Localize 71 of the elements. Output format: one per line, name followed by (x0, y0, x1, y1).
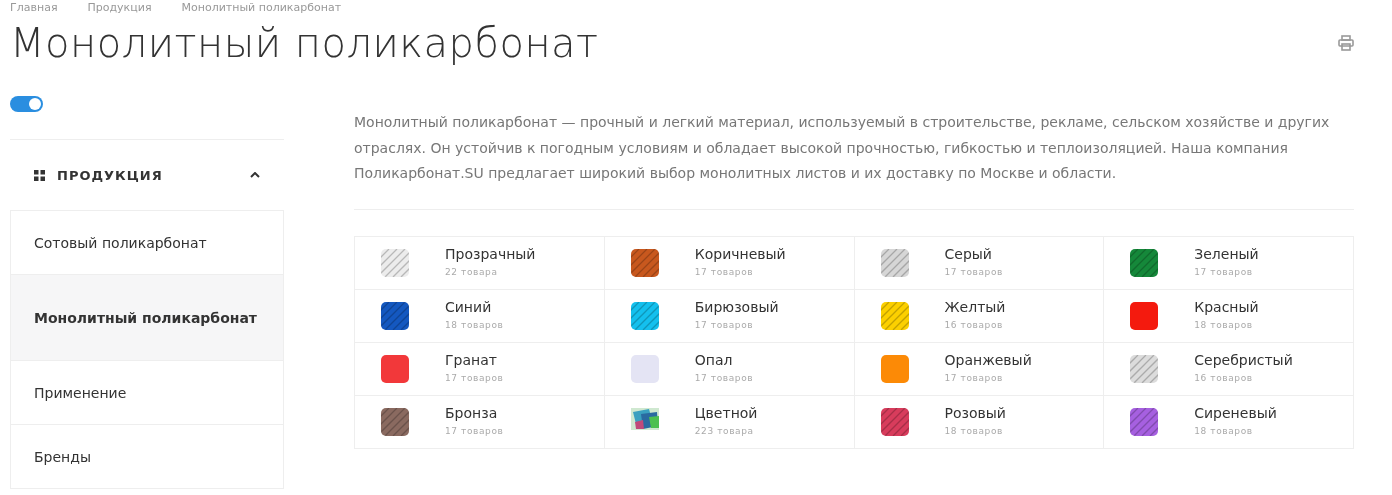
color-swatch (880, 407, 909, 436)
category-name: Розовый (944, 403, 1006, 422)
page-title: Монолитный поликарбонат (10, 20, 599, 66)
color-category[interactable]: Опал 17 товаров (604, 342, 855, 396)
color-swatch (630, 248, 659, 277)
color-category[interactable]: Прозрачный 22 товара (355, 236, 605, 290)
product-count: 17 товаров (445, 425, 504, 436)
product-count: 17 товаров (694, 372, 754, 383)
category-name: Бирюзовый (694, 297, 779, 316)
category-name: Гранат (445, 350, 498, 369)
product-count: 22 товара (445, 266, 499, 277)
color-swatch (630, 301, 659, 330)
category-name: Серебристый (1194, 350, 1293, 369)
product-count: 17 товаров (694, 266, 755, 277)
product-count: 18 товаров (1194, 319, 1254, 330)
color-swatch (880, 248, 909, 277)
print-icon[interactable] (1338, 35, 1354, 51)
category-name: Прозрачный (445, 244, 536, 263)
color-category[interactable]: Сиреневый 18 товаров (1104, 395, 1354, 449)
product-count: 18 товаров (1194, 425, 1254, 436)
color-swatch (630, 354, 659, 383)
sidebar-item[interactable]: Монолитный поликарбонат (11, 275, 283, 361)
product-count: 223 товара (694, 425, 755, 436)
toggle-switch[interactable] (10, 96, 43, 112)
category-name: Коричневый (694, 244, 786, 263)
color-category[interactable]: Желтый 16 товаров (854, 289, 1105, 343)
grid-icon (34, 169, 45, 181)
color-category[interactable]: Синий 18 товаров (355, 289, 605, 343)
color-category[interactable]: Красный 18 товаров (1104, 289, 1354, 343)
product-count: 17 товаров (944, 372, 1004, 383)
sidebar-heading: ПРОДУКЦИЯ (57, 167, 164, 183)
product-count: 18 товаров (944, 425, 1004, 436)
color-category[interactable]: Бронза 17 товаров (355, 395, 605, 449)
product-count: 16 товаров (1194, 372, 1254, 383)
category-name: Серый (944, 244, 993, 263)
category-name: Синий (445, 297, 493, 316)
color-swatch (880, 354, 909, 383)
color-swatch (381, 407, 409, 436)
product-count: 17 товаров (445, 372, 504, 383)
color-swatch (1130, 354, 1159, 383)
color-swatch (1130, 248, 1159, 277)
product-count: 18 товаров (445, 319, 504, 330)
color-category[interactable]: Серый 17 товаров (854, 236, 1105, 290)
category-name: Оранжевый (944, 350, 1032, 369)
color-category[interactable]: Цветной 223 товара (604, 395, 855, 449)
chevron-icon[interactable] (250, 172, 260, 178)
color-category[interactable]: Оранжевый 17 товаров (854, 342, 1105, 396)
color-swatch (1130, 301, 1159, 330)
color-category[interactable]: Гранат 17 товаров (355, 342, 605, 396)
color-category[interactable]: Зеленый 17 товаров (1104, 236, 1354, 290)
product-count: 17 товаров (944, 266, 1003, 277)
product-count: 16 товаров (944, 319, 1004, 330)
color-swatch (381, 248, 409, 277)
description: Монолитный поликарбонат — прочный и легкий материал, используемый в строительстве, рекламе, сельском хозяйстве и других отраслях. Он устойчив к погодным условиям и обладает высокой прочностью, гибкостью и теплоизоляцией. Наша компания Поликарбонат.SU предлагает широкий выбор монолитных листов и их доставку по Москве и области. (354, 110, 1354, 210)
category-name: Сиреневый (1194, 403, 1277, 422)
product-count: 17 товаров (1194, 266, 1254, 277)
color-swatch (1130, 407, 1159, 436)
category-name: Опал (694, 350, 734, 369)
color-category[interactable]: Бирюзовый 17 товаров (604, 289, 855, 343)
color-category[interactable]: Серебристый 16 товаров (1104, 342, 1354, 396)
color-swatch (381, 301, 409, 330)
category-name: Цветной (694, 403, 758, 422)
color-category[interactable]: Розовый 18 товаров (854, 395, 1105, 449)
category-name: Красный (1194, 297, 1259, 316)
color-category[interactable]: Коричневый 17 товаров (604, 236, 855, 290)
color-swatch (381, 354, 409, 383)
category-name: Зеленый (1194, 244, 1259, 263)
color-swatch (880, 301, 909, 330)
category-name: Бронза (445, 403, 499, 422)
category-name: Желтый (944, 297, 1006, 316)
product-count: 17 товаров (694, 319, 755, 330)
